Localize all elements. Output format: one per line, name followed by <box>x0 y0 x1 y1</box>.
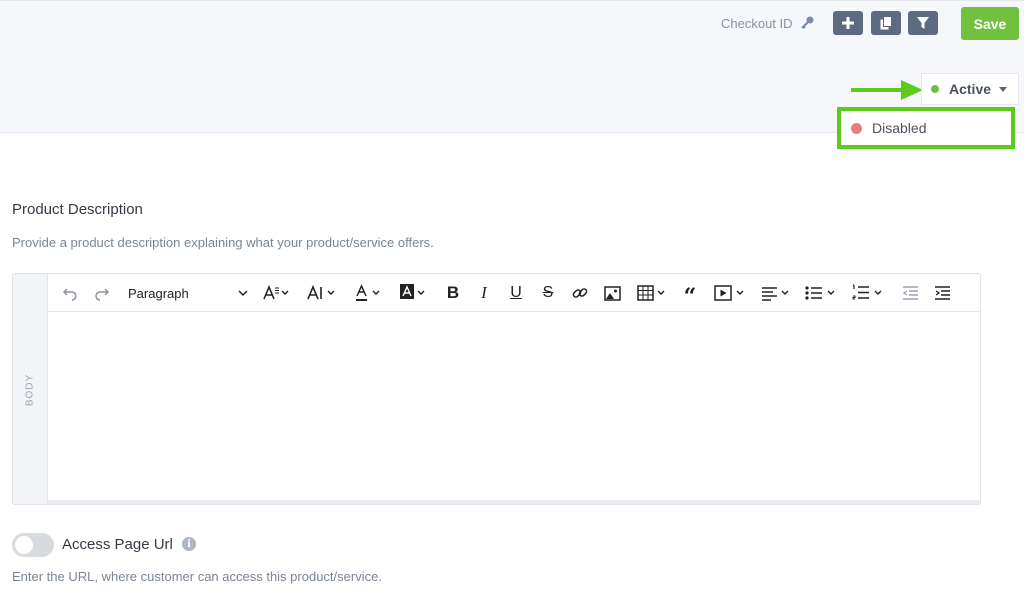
toggle-knob <box>15 536 33 554</box>
font-color-icon <box>356 284 380 301</box>
strikethrough-icon: S <box>542 284 554 301</box>
table-icon <box>637 285 665 301</box>
block-format-select[interactable]: Paragraph <box>128 274 248 312</box>
filter-button[interactable] <box>908 11 938 35</box>
checkout-id-label: Checkout ID <box>721 15 793 31</box>
product-description-help: Provide a product description explaining… <box>12 235 434 250</box>
status-option-label: Disabled <box>872 120 927 136</box>
numbered-list-icon <box>852 284 882 300</box>
image-button[interactable] <box>600 274 624 312</box>
info-icon[interactable]: i <box>182 537 196 551</box>
key-icon <box>800 16 814 29</box>
image-icon <box>603 285 621 301</box>
access-page-url-help: Enter the URL, where customer can access… <box>12 569 382 584</box>
bold-icon: B <box>446 283 460 302</box>
editor-side-label: BODY <box>13 274 48 504</box>
product-description-title: Product Description <box>12 201 143 218</box>
font-size-button[interactable] <box>303 274 341 312</box>
chevron-down-icon <box>238 290 248 297</box>
underline-button[interactable]: U <box>504 274 528 312</box>
bullet-list-button[interactable] <box>801 274 841 312</box>
indent-button[interactable] <box>930 274 954 312</box>
italic-button[interactable]: I <box>472 274 496 312</box>
font-color-button[interactable] <box>351 274 387 312</box>
video-icon <box>714 285 744 301</box>
media-button[interactable] <box>710 274 750 312</box>
body-label: BODY <box>24 373 36 407</box>
bullet-list-icon <box>805 286 835 300</box>
font-family-button[interactable] <box>258 274 296 312</box>
caret-down-icon <box>999 86 1008 92</box>
editor-toolbar: Paragraph B I U S “ <box>48 274 980 312</box>
link-button[interactable] <box>568 274 592 312</box>
numbered-list-button[interactable] <box>848 274 888 312</box>
status-current: Active <box>949 81 992 97</box>
bold-button[interactable]: B <box>441 274 465 312</box>
font-family-icon <box>263 285 289 300</box>
access-page-url-label: Access Page Url <box>62 536 173 553</box>
redo-icon <box>95 288 110 301</box>
checkout-id[interactable]: Checkout ID <box>721 15 815 31</box>
rich-text-editor: BODY Paragraph B I U S “ <box>12 273 981 505</box>
strikethrough-button[interactable]: S <box>536 274 560 312</box>
background-color-button[interactable] <box>396 274 432 312</box>
background-color-icon <box>400 284 425 299</box>
duplicate-button[interactable] <box>871 11 901 35</box>
table-button[interactable] <box>633 274 671 312</box>
font-size-icon <box>307 285 335 300</box>
underline-icon: U <box>510 284 522 301</box>
link-icon <box>572 288 588 298</box>
filter-icon <box>917 17 929 29</box>
undo-button[interactable] <box>58 274 82 312</box>
arrow-annotation <box>851 80 923 100</box>
status-option-disabled[interactable]: Disabled <box>837 107 1015 149</box>
add-button[interactable] <box>833 11 863 35</box>
redo-button[interactable] <box>90 274 114 312</box>
plus-icon <box>842 17 854 29</box>
block-format-label: Paragraph <box>128 285 189 301</box>
disabled-status-dot <box>851 122 862 134</box>
outdent-button[interactable] <box>898 274 922 312</box>
align-left-icon <box>762 287 789 301</box>
outdent-icon <box>902 286 918 300</box>
access-page-url-toggle[interactable] <box>12 533 54 557</box>
save-button[interactable]: Save <box>961 7 1019 40</box>
editor-content-area[interactable] <box>48 312 980 500</box>
italic-icon: I <box>481 283 487 302</box>
undo-icon <box>62 288 77 301</box>
copy-icon <box>880 16 892 30</box>
quote-button[interactable]: “ <box>678 274 702 312</box>
status-select[interactable]: Active <box>921 73 1019 105</box>
editor-status-bar <box>48 500 980 504</box>
quote-icon: “ <box>683 284 697 310</box>
active-status-dot <box>931 85 939 93</box>
align-button[interactable] <box>757 274 795 312</box>
indent-icon <box>934 286 950 300</box>
